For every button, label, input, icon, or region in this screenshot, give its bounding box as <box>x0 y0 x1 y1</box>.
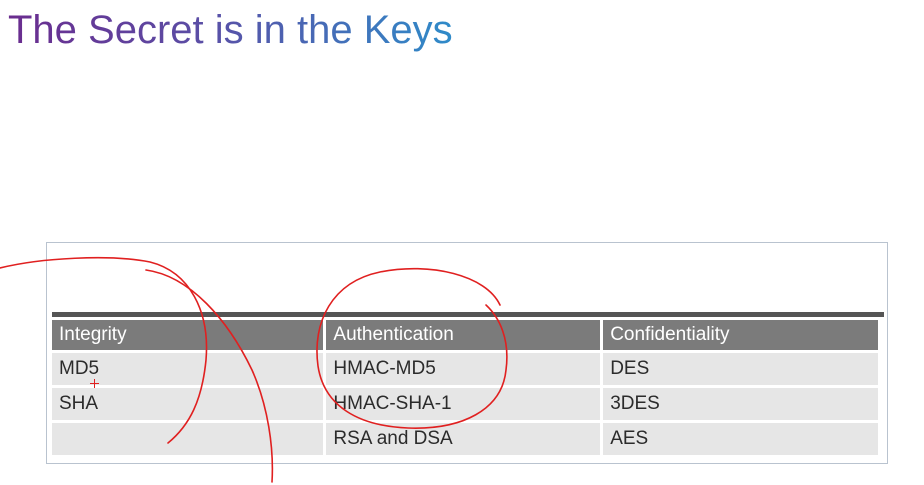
table-cell: RSA and DSA <box>326 423 601 455</box>
cursor-crosshair-icon <box>90 379 99 388</box>
table-row: RSA and DSA AES <box>52 423 878 455</box>
table-cell: HMAC-SHA-1 <box>326 388 601 420</box>
table-cell: DES <box>603 353 878 385</box>
table-cell: SHA <box>52 388 324 420</box>
slide-title: The Secret is in the Keys <box>8 8 453 52</box>
table-row: SHA HMAC-SHA-1 3DES <box>52 388 878 420</box>
table-cell <box>52 423 324 455</box>
column-header-confidentiality: Confidentiality <box>603 320 878 350</box>
table-cell: HMAC-MD5 <box>326 353 601 385</box>
table-cell: AES <box>603 423 878 455</box>
crypto-algorithms-table: Integrity Authentication Confidentiality… <box>49 317 881 458</box>
column-header-integrity: Integrity <box>52 320 324 350</box>
table-row: MD5 HMAC-MD5 DES <box>52 353 878 385</box>
column-header-authentication: Authentication <box>326 320 601 350</box>
table-header-row: Integrity Authentication Confidentiality <box>52 320 878 350</box>
table-cell: 3DES <box>603 388 878 420</box>
